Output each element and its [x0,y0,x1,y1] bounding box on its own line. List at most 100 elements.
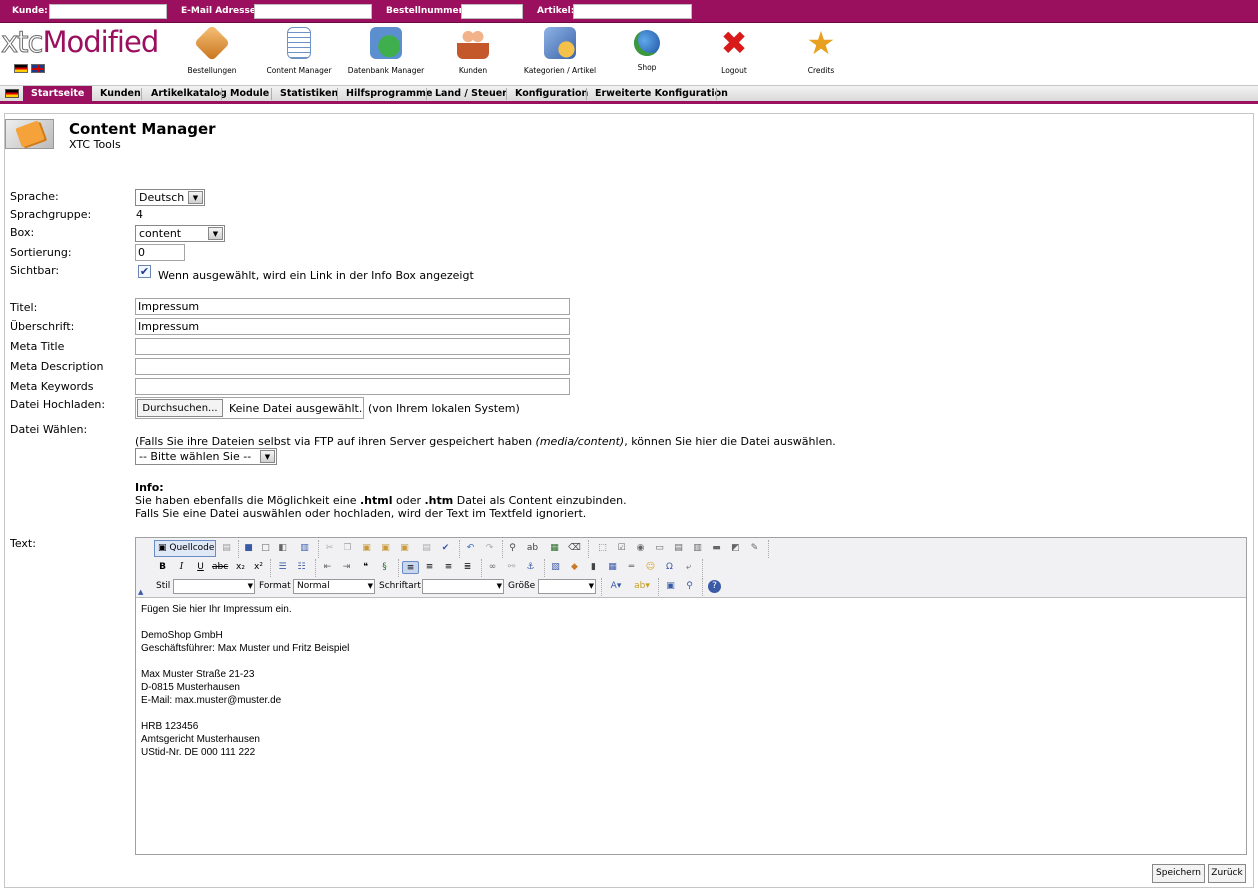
german-flag-icon[interactable] [5,89,19,98]
back-button[interactable]: Zurück [1208,864,1246,883]
english-flag-icon[interactable] [31,64,45,73]
format-select[interactable]: Normal ▼ [293,579,375,594]
subscript-icon[interactable]: x₂ [234,561,247,574]
collapse-toolbar-icon[interactable]: ▲ [138,588,143,596]
title-input[interactable] [135,298,570,315]
size-select[interactable]: ▼ [538,579,596,594]
form-icon[interactable]: ⬚ [596,542,609,555]
page-break-icon[interactable]: ⤶ [682,561,695,574]
link-icon[interactable]: ∞ [486,561,499,574]
article-search-input[interactable] [573,4,692,19]
file-upload-field[interactable]: Durchsuchen... Keine Datei ausgewählt. [135,397,364,419]
header-content-manager-button[interactable]: Content Manager [259,27,339,75]
nav-konfiguration[interactable]: Konfiguration [507,86,596,102]
nav-module[interactable]: Module [222,86,277,102]
button-field-icon[interactable]: ▬ [710,542,723,555]
font-select[interactable]: ▼ [422,579,504,594]
copy-icon[interactable]: ❐ [341,542,354,555]
save-icon[interactable]: ▤ [220,542,233,555]
language-select[interactable]: Deutsch ▼ [135,189,205,206]
align-center-icon[interactable]: ≡ [423,561,436,574]
unlink-icon[interactable]: ⚯ [505,561,518,574]
text-color-icon[interactable]: A▾ [606,580,626,593]
editor-content[interactable]: Fügen Sie hier Ihr Impressum ein. DemoSh… [141,603,1241,759]
hidden-field-icon[interactable]: ✎ [748,542,761,555]
print-icon[interactable]: ▤ [420,542,433,555]
help-icon[interactable]: ? [708,580,721,593]
visible-checkbox[interactable]: ✔ [138,265,151,278]
replace-icon[interactable]: ab [526,542,539,555]
anchor-icon[interactable]: ⚓ [524,561,537,574]
image-button-icon[interactable]: ◩ [729,542,742,555]
redo-icon[interactable]: ↷ [483,542,496,555]
strikethrough-icon[interactable]: abc [212,561,228,574]
undo-icon[interactable]: ↶ [464,542,477,555]
meta-description-input[interactable] [135,358,570,375]
numbered-list-icon[interactable]: ☰ [276,561,289,574]
header-logout-button[interactable]: ✖ Logout [694,27,774,75]
find-icon[interactable]: ⚲ [506,542,519,555]
checkbox-icon[interactable]: ☑ [615,542,628,555]
select-field-icon[interactable]: ▥ [691,542,704,555]
nav-statistiken[interactable]: Statistiken [272,86,346,102]
heading-input[interactable] [135,318,570,335]
nav-erweiterte-konfiguration[interactable]: Erweiterte Konfiguration [587,86,736,102]
nav-startseite[interactable]: Startseite [23,86,93,102]
header-orders-button[interactable]: Bestellungen [172,24,252,75]
div-container-icon[interactable]: § [378,561,391,574]
meta-keywords-input[interactable] [135,378,570,395]
media-icon[interactable]: ▮ [587,561,600,574]
file-choose-select[interactable]: -- Bitte wählen Sie -- ▼ [135,448,277,465]
bullet-list-icon[interactable]: ☷ [295,561,308,574]
smiley-icon[interactable]: ☺ [644,561,657,574]
save-button[interactable]: Speichern [1152,864,1205,883]
italic-icon[interactable]: I [175,561,188,574]
image-icon[interactable]: ▧ [549,561,562,574]
german-flag-icon[interactable] [14,64,28,73]
spellcheck-icon[interactable]: ✔ [439,542,452,555]
email-search-input[interactable] [254,4,372,19]
source-button[interactable]: ▣ Quellcode [154,540,216,557]
superscript-icon[interactable]: x² [252,561,265,574]
new-page-icon[interactable]: □ [259,542,272,555]
browse-button[interactable]: Durchsuchen... [137,399,223,417]
table-icon[interactable]: ▦ [606,561,619,574]
preview-icon[interactable]: ◧ [276,542,289,555]
cut-icon[interactable]: ✂ [323,542,336,555]
order-search-input[interactable] [461,4,523,19]
meta-title-input[interactable] [135,338,570,355]
save-file-icon[interactable]: ■ [242,542,255,555]
select-all-icon[interactable]: ▦ [548,542,561,555]
bold-icon[interactable]: B [156,561,169,574]
background-color-icon[interactable]: ab▾ [632,580,652,593]
style-select[interactable]: ▼ [173,579,255,594]
textarea-icon[interactable]: ▤ [672,542,685,555]
paste-icon[interactable]: ▣ [360,542,373,555]
align-justify-icon[interactable]: ≣ [461,561,474,574]
customer-search-input[interactable] [49,4,167,19]
header-customers-button[interactable]: Kunden [433,27,513,75]
outdent-icon[interactable]: ⇤ [321,561,334,574]
indent-icon[interactable]: ⇥ [340,561,353,574]
header-database-manager-button[interactable]: Datenbank Manager [346,27,426,75]
align-right-icon[interactable]: ≡ [442,561,455,574]
header-categories-button[interactable]: Kategorien / Artikel [520,27,600,75]
textfield-icon[interactable]: ▭ [653,542,666,555]
sort-input[interactable] [135,244,185,261]
header-shop-button[interactable]: Shop [607,27,687,72]
show-blocks-icon[interactable]: ⚲ [683,580,696,593]
flash-icon[interactable]: ◆ [568,561,581,574]
paste-word-icon[interactable]: ▣ [398,542,411,555]
special-char-icon[interactable]: Ω [663,561,676,574]
blockquote-icon[interactable]: ❝ [359,561,372,574]
box-select[interactable]: content ▼ [135,225,225,242]
maximize-icon[interactable]: ▣ [664,580,677,593]
remove-format-icon[interactable]: ⌫ [568,542,581,555]
horizontal-rule-icon[interactable]: ═ [625,561,638,574]
header-credits-button[interactable]: ★ Credits [781,27,861,75]
radio-icon[interactable]: ◉ [634,542,647,555]
paste-text-icon[interactable]: ▣ [379,542,392,555]
underline-icon[interactable]: U [194,561,207,574]
align-left-icon[interactable]: ≡ [402,561,419,574]
templates-icon[interactable]: ▥ [298,542,311,555]
